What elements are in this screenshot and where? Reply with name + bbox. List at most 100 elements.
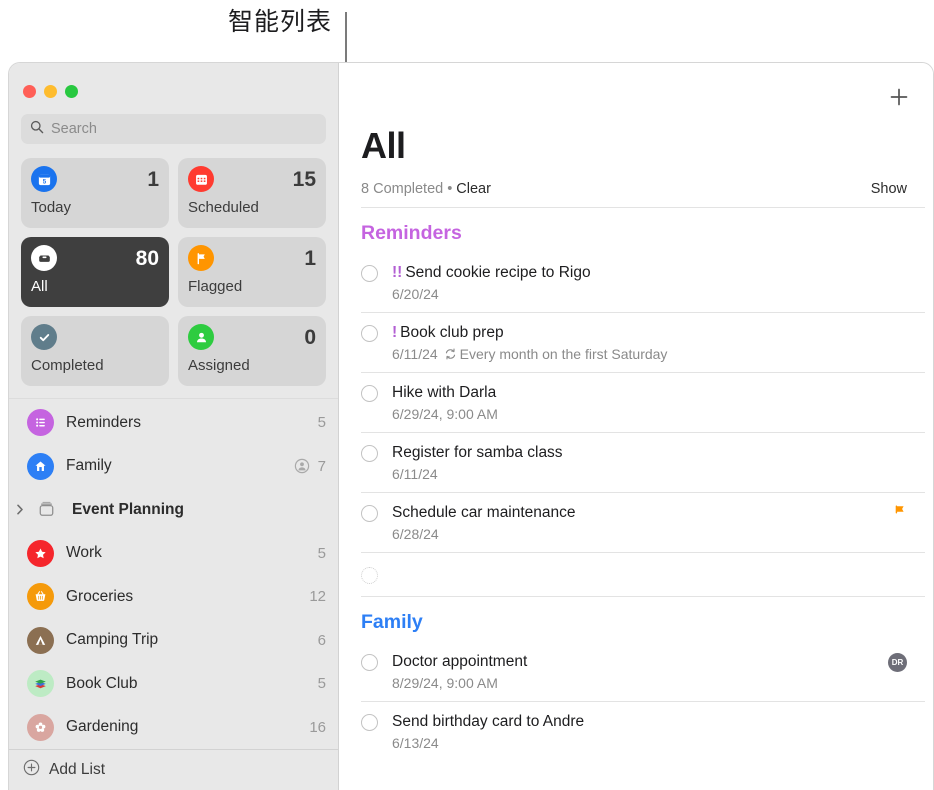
search-placeholder: Search [51, 121, 97, 137]
reminder-checkbox[interactable] [361, 385, 378, 402]
my-lists: Reminders 5 Family 7 Event Planning Work… [9, 398, 338, 749]
list-group-event-planning[interactable]: Event Planning [9, 488, 338, 532]
reminder-title: Send cookie recipe to Rigo [405, 264, 591, 281]
page-title: All [361, 125, 406, 166]
smart-list-count: 1 [304, 246, 316, 270]
reminder-title: Register for samba class [392, 444, 563, 461]
plus-circle-icon [23, 759, 40, 781]
reminder-checkbox[interactable] [361, 445, 378, 462]
reminder-row[interactable]: Hike with Darla 6/29/24, 9:00 AM [339, 373, 933, 432]
smart-list-all[interactable]: 80 All [21, 237, 169, 307]
smart-list-flagged[interactable]: 1 Flagged [178, 237, 326, 307]
list-item-count: 6 [317, 631, 326, 649]
reminder-date: 6/29/24, 9:00 AM [392, 406, 498, 422]
list-item-book-club[interactable]: Book Club 5 [9, 662, 338, 706]
search-container: Search [9, 98, 338, 144]
person-icon [188, 324, 214, 350]
repeat-text: Every month on the first Saturday [459, 346, 668, 362]
sidebar: Search 5 1 Today 15 Scheduled 80 All 1 F… [9, 63, 339, 790]
list-item-family[interactable]: Family 7 [9, 445, 338, 489]
list-item-groceries[interactable]: Groceries 12 [9, 575, 338, 619]
reminder-checkbox[interactable] [361, 505, 378, 522]
reminder-title: Doctor appointment [392, 653, 528, 670]
new-reminder-row[interactable] [339, 553, 933, 596]
list-item-gardening[interactable]: Gardening 16 [9, 706, 338, 750]
add-list-button[interactable]: Add List [9, 749, 338, 790]
list-item-count: 5 [317, 414, 326, 432]
close-button[interactable] [23, 85, 36, 98]
shared-icon [294, 458, 310, 474]
reminder-date: 6/20/24 [392, 286, 439, 302]
priority-marker: ! [392, 324, 398, 341]
smart-list-count: 1 [147, 167, 159, 191]
zoom-button[interactable] [65, 85, 78, 98]
reminder-title: Schedule car maintenance [392, 504, 576, 521]
reminder-checkbox[interactable] [361, 265, 378, 282]
list-item-count: 16 [309, 718, 326, 736]
completed-bar: 8 Completed • Clear Show [339, 167, 933, 197]
list-item-camping-trip[interactable]: Camping Trip 6 [9, 619, 338, 663]
list-item-label: Gardening [66, 718, 139, 736]
smart-list-label: Scheduled [188, 199, 259, 216]
new-reminder-checkbox[interactable] [361, 567, 378, 584]
list-item-label: Book Club [66, 674, 138, 692]
tent-icon [27, 626, 54, 654]
smart-list-assigned[interactable]: 0 Assigned [178, 316, 326, 386]
reminder-row[interactable]: Send birthday card to Andre 6/13/24 [339, 702, 933, 761]
reminder-row[interactable]: Register for samba class 6/11/24 [339, 433, 933, 492]
folder-icon [33, 496, 60, 523]
smart-list-today[interactable]: 5 1 Today [21, 158, 169, 228]
list-item-label: Reminders [66, 413, 141, 431]
smart-list-scheduled[interactable]: 15 Scheduled [178, 158, 326, 228]
callout-label: 智能列表 [228, 8, 333, 36]
search-input[interactable]: Search [21, 114, 326, 144]
house-icon [27, 452, 54, 480]
list-item-label: Family [66, 457, 112, 475]
basket-icon [27, 583, 54, 611]
list-item-count: 12 [309, 588, 326, 606]
reminder-row[interactable]: ! Book club prep 6/11/24 Every month on th… [339, 313, 933, 372]
reminder-date: 6/28/24 [392, 526, 439, 542]
list-item-count: 5 [317, 675, 326, 693]
inbox-icon [31, 245, 57, 271]
reminder-checkbox[interactable] [361, 325, 378, 342]
reminder-date: 6/13/24 [392, 735, 439, 751]
list-item-count: 5 [317, 544, 326, 562]
reminder-row[interactable]: Schedule car maintenance 6/28/24 [339, 493, 933, 552]
chevron-right-icon[interactable] [15, 503, 29, 516]
reminder-checkbox[interactable] [361, 654, 378, 671]
list-item-label: Work [66, 544, 102, 562]
priority-marker: !! [392, 264, 403, 281]
add-reminder-button[interactable] [887, 85, 911, 109]
books-icon [27, 670, 54, 698]
list-group-label: Event Planning [72, 500, 184, 518]
minimize-button[interactable] [44, 85, 57, 98]
smart-list-label: Completed [31, 357, 104, 374]
smart-list-label: Today [31, 199, 72, 216]
list-item-label: Camping Trip [66, 631, 159, 649]
reminder-row[interactable]: Doctor appointment 8/29/24, 9:00 AM DR [339, 642, 933, 701]
list-item-reminders[interactable]: Reminders 5 [9, 401, 338, 445]
clear-button[interactable]: Clear [456, 181, 491, 197]
list-icon [27, 409, 54, 437]
separator-dot: • [447, 181, 453, 197]
smart-list-label: All [31, 278, 48, 295]
reminder-title: Book club prep [400, 324, 504, 341]
reminder-row[interactable]: !! Send cookie recipe to Rigo 6/20/24 [339, 253, 933, 312]
window-traffic-lights [9, 63, 338, 98]
smart-list-count: 15 [292, 167, 316, 191]
smart-list-count: 0 [304, 325, 316, 349]
section-header-family: Family [361, 611, 423, 633]
show-button[interactable]: Show [871, 181, 907, 197]
reminder-title: Send birthday card to Andre [392, 713, 585, 730]
repeat-icon [444, 346, 457, 362]
smart-list-label: Assigned [188, 357, 250, 374]
reminder-checkbox[interactable] [361, 714, 378, 731]
reminders-window: Search 5 1 Today 15 Scheduled 80 All 1 F… [8, 62, 934, 790]
star-icon [27, 539, 54, 567]
list-item-count: 7 [317, 457, 326, 475]
flower-icon [27, 713, 54, 741]
list-item-work[interactable]: Work 5 [9, 532, 338, 576]
flag-icon [188, 245, 214, 271]
smart-list-completed[interactable]: Completed [21, 316, 169, 386]
